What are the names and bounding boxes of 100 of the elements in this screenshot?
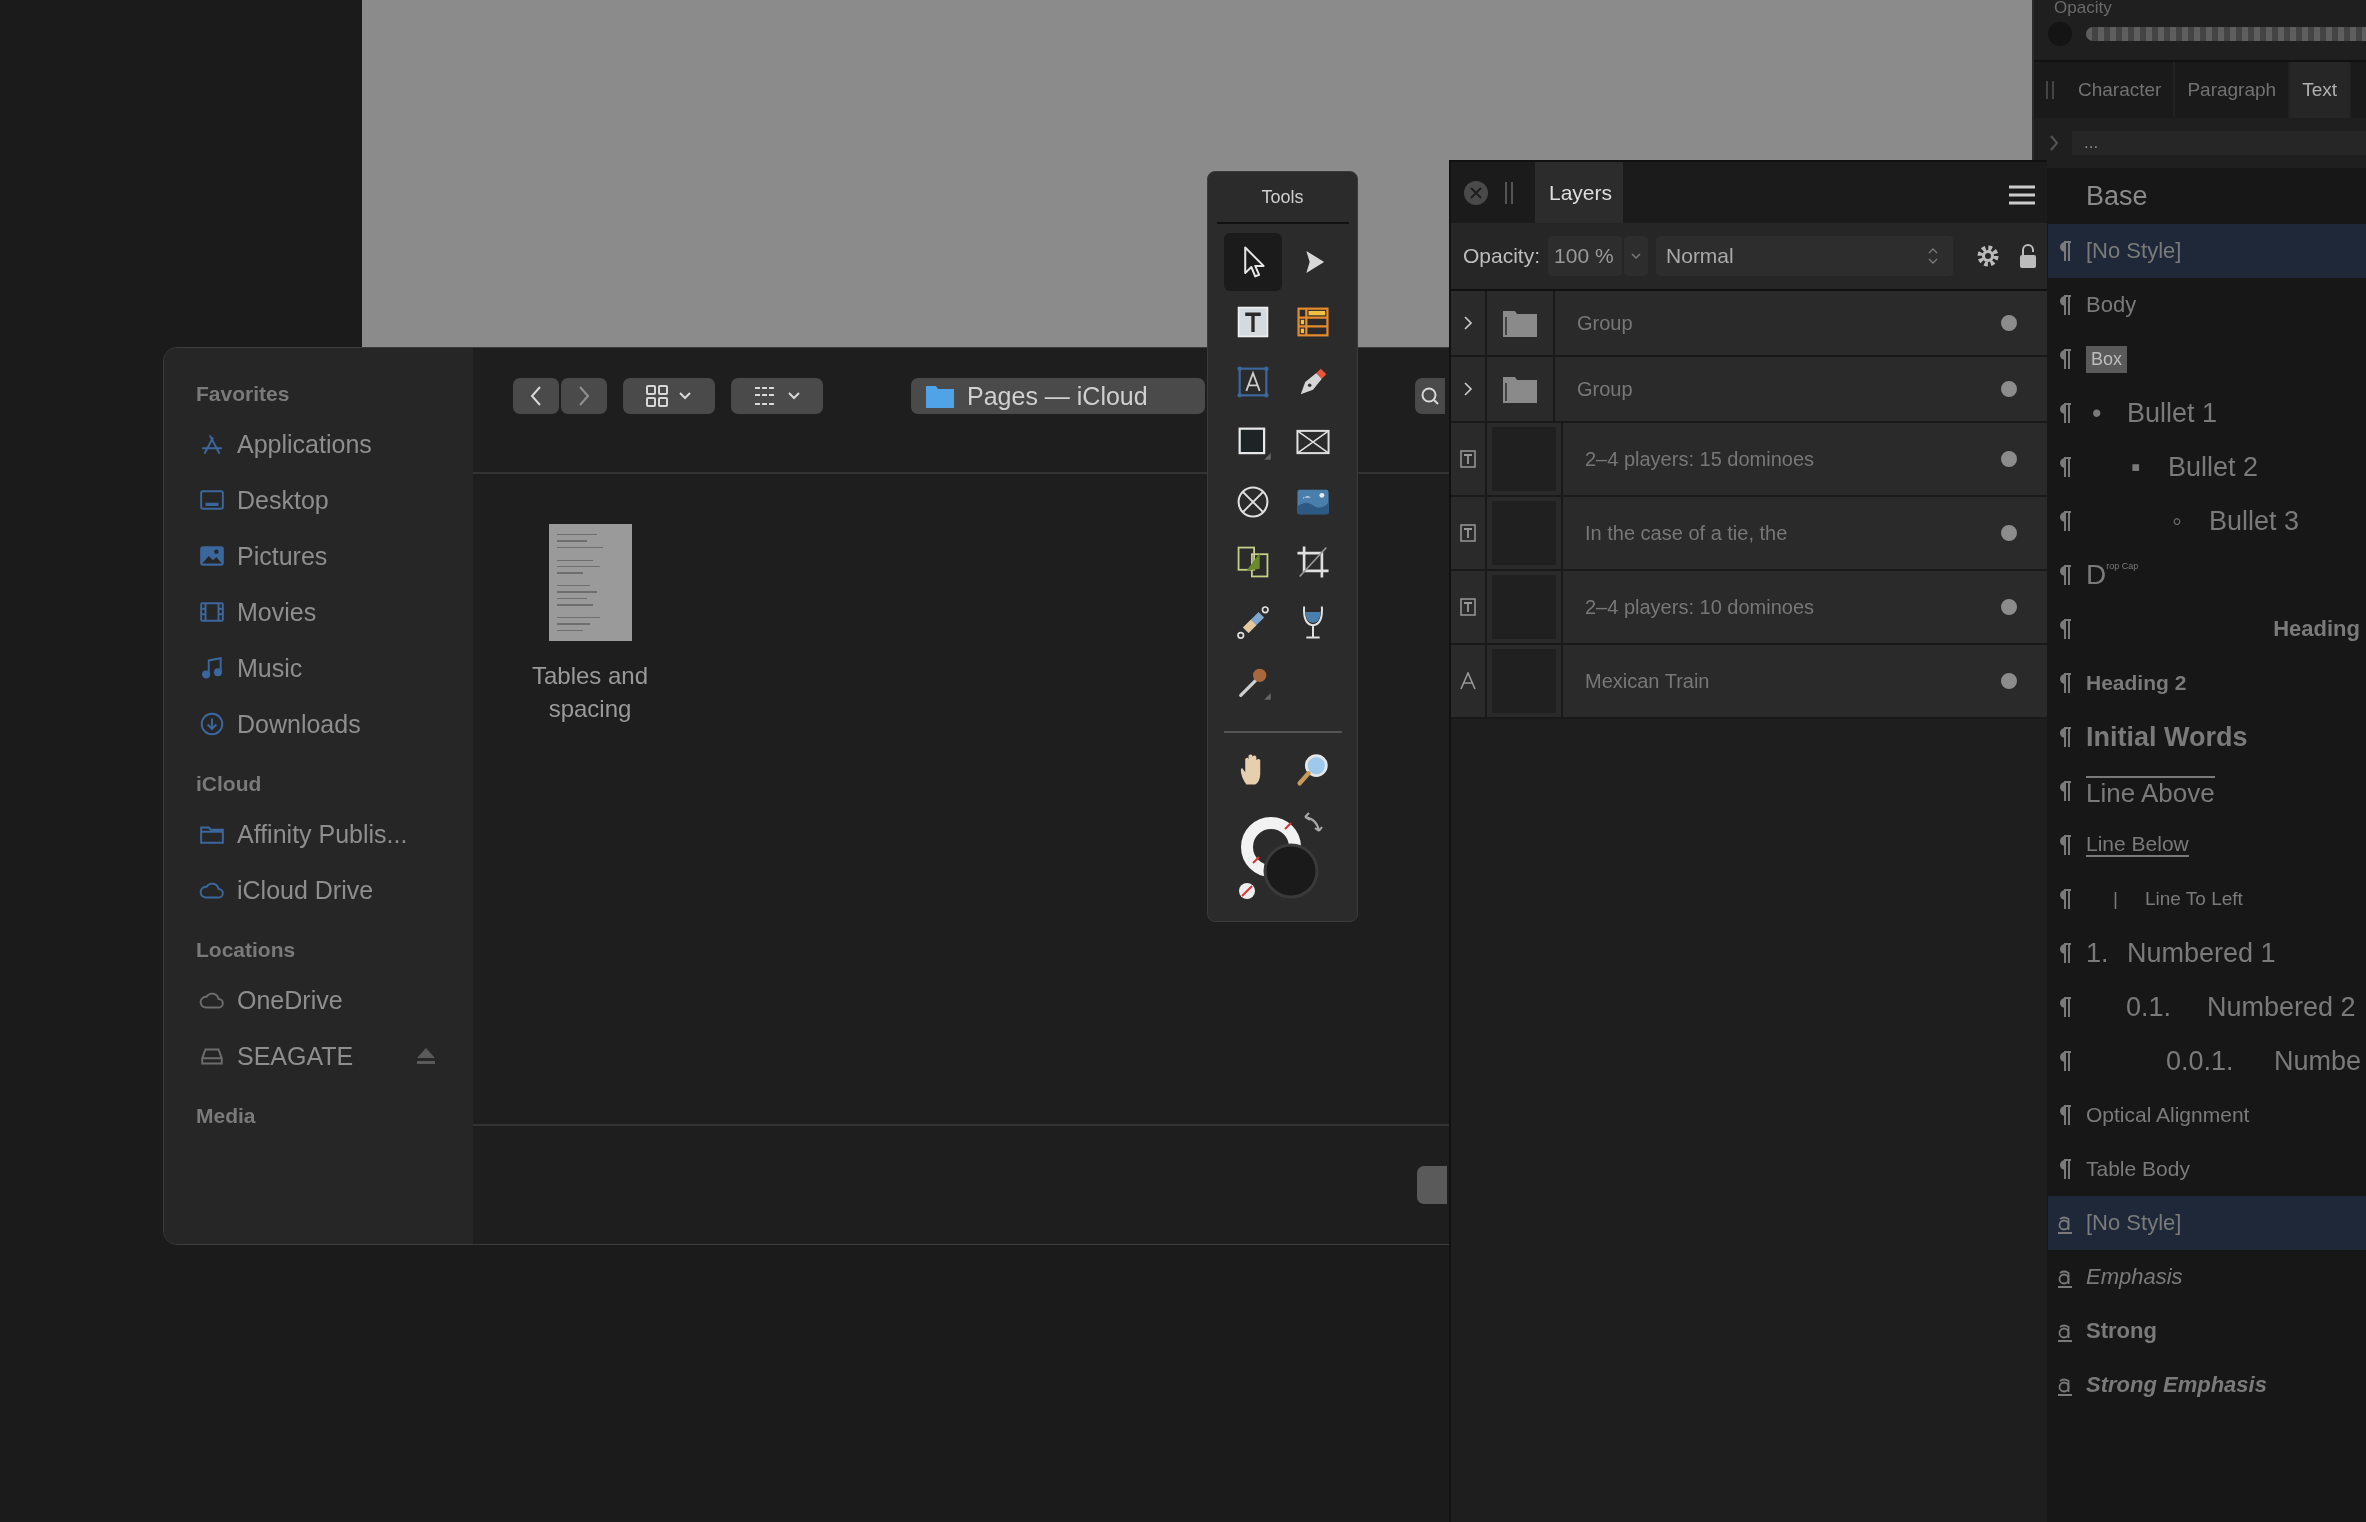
paragraph-style-item[interactable]: 0.0.1. Numbe — [2048, 1034, 2366, 1088]
pilcrow-icon — [2057, 564, 2073, 586]
opacity-track[interactable] — [2086, 27, 2366, 41]
paragraph-style-item[interactable]: Line Above — [2048, 764, 2366, 818]
paragraph-style-item[interactable]: Body — [2048, 278, 2366, 332]
search-button[interactable] — [1415, 378, 1445, 414]
opacity-field[interactable]: 100 % — [1548, 236, 1623, 276]
blend-mode-select[interactable]: Normal — [1656, 236, 1954, 276]
sidebar-item[interactable]: Downloads — [196, 696, 446, 752]
paragraph-style-item[interactable]: Heading 2 — [2048, 656, 2366, 710]
sidebar-section-title: iCloud — [196, 772, 263, 797]
pilcrow-icon — [2057, 240, 2073, 262]
sidebar-section-title: Favorites — [196, 382, 291, 407]
visibility-dot[interactable] — [2001, 381, 2017, 397]
pilcrow-icon — [2057, 726, 2073, 748]
sidebar-item[interactable]: Movies — [196, 584, 446, 640]
pilcrow-icon — [2057, 996, 2073, 1018]
panel-title: Tools — [1216, 172, 1349, 224]
pilcrow-icon — [2057, 1104, 2073, 1126]
back-button[interactable] — [513, 378, 559, 414]
visibility-dot[interactable] — [2001, 525, 2017, 541]
icon-view-button[interactable] — [623, 378, 715, 414]
chevron-down-icon — [678, 391, 692, 401]
pilcrow-icon — [2057, 780, 2073, 802]
sidebar-item[interactable]: OneDrive — [196, 972, 446, 1028]
panel-tab[interactable]: Character — [2066, 62, 2176, 118]
sidebar-item[interactable]: iCloud Drive — [196, 862, 446, 918]
text-frame-icon — [1459, 450, 1477, 468]
search-icon — [1421, 387, 1439, 405]
pilcrow-icon — [2057, 672, 2073, 694]
paragraph-style-item[interactable]: ◦ Bullet 3 — [2048, 494, 2366, 548]
download-icon — [199, 711, 225, 737]
picture-icon — [199, 543, 225, 569]
text-frame-icon — [1459, 598, 1477, 616]
paragraph-style-item[interactable]: Initial Words — [2048, 710, 2366, 764]
pilcrow-icon — [2057, 618, 2073, 640]
layers-tab[interactable]: Layers — [1535, 162, 1623, 223]
chevron-left-icon — [529, 385, 543, 407]
style-path-field[interactable]: ... — [2072, 131, 2366, 155]
character-style-item[interactable]: Strong — [2048, 1304, 2366, 1358]
pilcrow-icon — [2057, 888, 2073, 910]
sidebar-item[interactable]: Affinity Publis... — [196, 806, 446, 862]
document-thumbnail[interactable] — [548, 524, 632, 641]
paragraph-style-item[interactable]: 0.1. Numbered 2 — [2048, 980, 2366, 1034]
pilcrow-icon — [2057, 834, 2073, 856]
location-path-button[interactable]: Pages — iCloud — [911, 378, 1205, 414]
pilcrow-icon — [2057, 402, 2073, 424]
sidebar-item[interactable]: Music — [196, 640, 446, 696]
chevron-right-icon — [577, 385, 591, 407]
character-style-item[interactable]: Strong Emphasis — [2048, 1358, 2366, 1412]
sidebar-item[interactable]: Applications — [196, 416, 446, 472]
opacity-label: Opacity: — [1463, 244, 1541, 268]
monitor-icon — [199, 487, 225, 513]
paragraph-style-item[interactable]: • Bullet 1 — [2048, 386, 2366, 440]
group-view-button[interactable] — [731, 378, 823, 414]
sidebar-section-title: Media — [196, 1104, 257, 1129]
text-a-icon — [1459, 672, 1477, 690]
paragraph-style-item[interactable]: 1. Numbered 1 — [2048, 926, 2366, 980]
pilcrow-icon — [2057, 510, 2073, 532]
pilcrow-icon — [2057, 456, 2073, 478]
grip-icon[interactable] — [1503, 182, 1515, 204]
pilcrow-icon — [2057, 294, 2073, 316]
sidebar-item[interactable]: Pictures — [196, 528, 446, 584]
paragraph-style-item[interactable]: Optical Alignment — [2048, 1088, 2366, 1142]
pilcrow-icon — [2057, 942, 2073, 964]
paragraph-style-item[interactable]: Box — [2048, 332, 2366, 386]
panel-tab[interactable]: Text — [2290, 62, 2351, 118]
file-name[interactable]: Tables and spacing — [517, 659, 663, 725]
sidebar-item[interactable]: Desktop — [196, 472, 446, 528]
paragraph-style-item[interactable]: Table Body — [2048, 1142, 2366, 1196]
paragraph-style-item[interactable]: [No Style] — [2048, 224, 2366, 278]
music-note-icon — [199, 655, 225, 681]
folder-icon — [1502, 308, 1538, 338]
style-group-title: Base — [2086, 180, 2149, 213]
opacity-label: Opacity — [2053, 0, 2113, 16]
menu-icon[interactable] — [2009, 184, 2035, 206]
sidebar-section-title: Locations — [196, 938, 297, 963]
stepper-icon — [1927, 246, 1940, 266]
pointer-tool-button[interactable] — [1223, 233, 1282, 291]
paragraph-style-item[interactable]: | Line To Left — [2048, 872, 2366, 926]
grouped-grid-icon — [753, 385, 777, 407]
chevron-down-icon — [787, 391, 801, 401]
paragraph-style-item[interactable]: ▪ Bullet 2 — [2048, 440, 2366, 494]
paragraph-style-item[interactable]: Heading — [2048, 602, 2366, 656]
paragraph-style-item[interactable]: Line Below — [2048, 818, 2366, 872]
character-style-item[interactable]: Emphasis — [2048, 1250, 2366, 1304]
grip-icon[interactable] — [2044, 81, 2056, 99]
folder-icon — [1502, 374, 1538, 404]
pilcrow-icon — [2057, 1050, 2073, 1072]
pilcrow-icon — [2057, 348, 2073, 370]
sidebar-item[interactable]: SEAGATE — [196, 1028, 446, 1084]
visibility-dot[interactable] — [2001, 315, 2017, 331]
character-style-item[interactable]: [No Style] — [2048, 1196, 2366, 1250]
pilcrow-icon — [2057, 1158, 2073, 1180]
paragraph-style-item[interactable]: D$^{rop Cap}$ — [2048, 548, 2366, 602]
lock-icon[interactable] — [2019, 243, 2038, 269]
visibility-dot[interactable] — [2001, 451, 2017, 467]
forward-button[interactable] — [561, 378, 607, 414]
visibility-dot[interactable] — [2001, 599, 2017, 615]
visibility-dot[interactable] — [2001, 673, 2017, 689]
